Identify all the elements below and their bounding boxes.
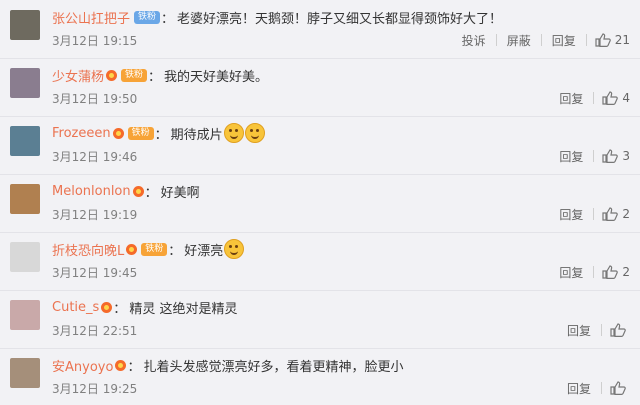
fan-badge: 铁粉 xyxy=(121,68,148,82)
username-link[interactable]: Melonlonlon xyxy=(52,184,131,199)
like-button[interactable]: 2 xyxy=(602,207,630,221)
comment-item: 折枝恐向晚L 铁粉 ： 好漂亮 3月12日 19:45 回复 2 xyxy=(0,232,640,291)
like-button[interactable] xyxy=(610,323,630,337)
like-button[interactable]: 21 xyxy=(595,33,630,47)
thumbs-up-icon xyxy=(610,381,626,395)
like-button[interactable]: 4 xyxy=(602,91,630,105)
vip-crown-icon xyxy=(126,243,138,255)
vip-crown-icon xyxy=(106,69,118,81)
thumbs-up-icon xyxy=(602,207,619,221)
reply-button[interactable]: 回复 xyxy=(557,148,585,165)
vip-crown-icon xyxy=(112,127,124,139)
avatar[interactable] xyxy=(10,184,40,214)
reply-button[interactable]: 回复 xyxy=(557,264,585,281)
comment-item: 安Anyoyo ： 扎着头发感觉漂亮好多，看着更精神，脸更小 3月12日 19:… xyxy=(0,348,640,405)
avatar[interactable] xyxy=(10,126,40,156)
thumbs-up-icon xyxy=(610,323,626,337)
comment-item: Melonlonlon ： 好美啊 3月12日 19:19 回复 2 xyxy=(0,174,640,233)
vip-crown-icon xyxy=(115,359,127,371)
reply-button[interactable]: 回复 xyxy=(565,322,593,339)
comment-time: 3月12日 19:15 xyxy=(52,33,138,48)
avatar[interactable] xyxy=(10,300,40,330)
comment-item: Cutie_s ： 精灵 这绝对是精灵 3月12日 22:51 回复 xyxy=(0,290,640,349)
username-link[interactable]: 张公山扛把子 xyxy=(52,8,130,27)
username-link[interactable]: Frozeeen xyxy=(52,126,111,141)
comment-item: Frozeeen 铁粉 ： 期待成片 3月12日 19:46 回复 3 xyxy=(0,116,640,175)
like-button[interactable]: 3 xyxy=(602,149,630,163)
reply-button[interactable]: 回复 xyxy=(557,206,585,223)
smile-emoji-icon xyxy=(224,239,245,259)
comment-text: 我的天好美好美。 xyxy=(164,69,269,85)
report-button[interactable]: 投诉 xyxy=(460,32,488,49)
username-link[interactable]: 安Anyoyo xyxy=(52,356,113,375)
thumbs-up-icon xyxy=(602,91,619,105)
fan-badge: 铁粉 xyxy=(141,242,168,256)
comment-list: 张公山扛把子 铁粉 ： 老婆好漂亮！天鹅颈！脖子又细又长都显得颈饰好大了！ 3月… xyxy=(0,0,640,405)
vip-crown-icon xyxy=(101,301,113,313)
comment-item: 少女蒲杨 铁粉 ： 我的天好美好美。 3月12日 19:50 回复 4 xyxy=(0,58,640,117)
like-count: 2 xyxy=(622,265,630,279)
thumbs-up-icon xyxy=(602,149,619,163)
comment-text: 好漂亮 xyxy=(184,243,224,259)
avatar[interactable] xyxy=(10,10,40,40)
like-count: 21 xyxy=(614,33,630,47)
smile-emoji-icon xyxy=(244,123,265,143)
username-link[interactable]: 折枝恐向晚L xyxy=(52,240,124,259)
avatar[interactable] xyxy=(10,358,40,388)
comment-text: 期待成片 xyxy=(170,127,223,143)
like-count: 2 xyxy=(622,207,630,221)
avatar[interactable] xyxy=(10,242,40,272)
comment-text: 老婆好漂亮！天鹅颈！脖子又细又长都显得颈饰好大了！ xyxy=(177,11,503,27)
thumbs-up-icon xyxy=(602,265,619,279)
comment-time: 3月12日 19:19 xyxy=(52,207,138,222)
like-count: 3 xyxy=(622,149,630,163)
comment-time: 3月12日 19:45 xyxy=(52,265,138,280)
username-link[interactable]: Cutie_s xyxy=(52,300,99,315)
vip-crown-icon xyxy=(132,185,144,197)
username-link[interactable]: 少女蒲杨 xyxy=(52,66,104,85)
comment-text: 好美啊 xyxy=(160,185,200,201)
comment-time: 3月12日 19:46 xyxy=(52,149,138,164)
comment-time: 3月12日 19:50 xyxy=(52,91,138,106)
like-button[interactable] xyxy=(610,381,630,395)
comment-text: 精灵 这绝对是精灵 xyxy=(129,301,238,317)
comment-time: 3月12日 22:51 xyxy=(52,323,138,338)
thumbs-up-icon xyxy=(595,33,611,47)
like-count: 4 xyxy=(622,91,630,105)
block-button[interactable]: 屏蔽 xyxy=(505,32,533,49)
comment-item: 张公山扛把子 铁粉 ： 老婆好漂亮！天鹅颈！脖子又细又长都显得颈饰好大了！ 3月… xyxy=(0,0,640,59)
comment-text: 扎着头发感觉漂亮好多，看着更精神，脸更小 xyxy=(143,359,404,375)
smile-emoji-icon xyxy=(223,123,244,143)
reply-button[interactable]: 回复 xyxy=(565,380,593,397)
fan-badge: 铁粉 xyxy=(127,126,154,140)
fan-badge: 铁粉 xyxy=(134,10,161,24)
reply-button[interactable]: 回复 xyxy=(550,32,578,49)
comment-time: 3月12日 19:25 xyxy=(52,381,138,396)
reply-button[interactable]: 回复 xyxy=(557,90,585,107)
avatar[interactable] xyxy=(10,68,40,98)
like-button[interactable]: 2 xyxy=(602,265,630,279)
